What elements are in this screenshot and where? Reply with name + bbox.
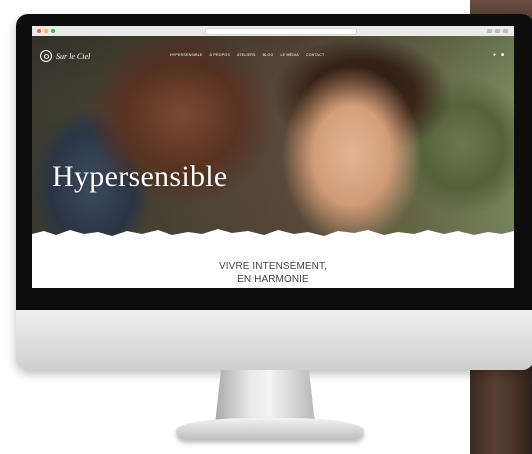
share-icon[interactable] <box>487 29 492 33</box>
tagline-line-1: VIVRE INTENSÉMENT, <box>219 261 327 272</box>
site-header: Sur le Ciel HYPERSENSIBLE À PROPOS ATELI… <box>32 50 514 64</box>
tagline-line-2: EN HARMONIE <box>237 274 309 285</box>
nav-item-le-media[interactable]: LE MÉDIA <box>280 53 298 57</box>
maximize-window-icon[interactable] <box>51 29 55 33</box>
nav-item-ateliers[interactable]: ATELIERS <box>237 53 256 57</box>
monitor-screen: Sur le Ciel HYPERSENSIBLE À PROPOS ATELI… <box>32 26 514 288</box>
tabs-icon[interactable] <box>495 29 500 33</box>
nav-item-contact[interactable]: CONTACT <box>306 53 325 57</box>
hero-title: Hypersensible <box>52 160 228 193</box>
window-controls[interactable] <box>37 29 55 33</box>
monitor-stand-neck <box>215 370 315 424</box>
monitor-stand-base <box>176 418 364 440</box>
nav-item-hypersensible[interactable]: HYPERSENSIBLE <box>170 53 203 57</box>
cart-icon[interactable]: ■ <box>501 52 504 58</box>
minimize-window-icon[interactable] <box>44 29 48 33</box>
nav-item-blog[interactable]: BLOG <box>263 53 274 57</box>
site-logo[interactable]: Sur le Ciel <box>40 50 90 62</box>
monitor-chin <box>16 310 532 370</box>
hero-image: Sur le Ciel HYPERSENSIBLE À PROPOS ATELI… <box>32 36 514 248</box>
main-navigation: HYPERSENSIBLE À PROPOS ATELIERS BLOG LE … <box>170 53 324 57</box>
browser-actions <box>487 29 508 33</box>
close-window-icon[interactable] <box>37 29 41 33</box>
new-tab-icon[interactable] <box>503 29 508 33</box>
logo-text: Sur le Ciel <box>56 51 91 61</box>
user-icon[interactable]: ● <box>493 52 496 58</box>
tagline: VIVRE INTENSÉMENT, EN HARMONIE <box>32 260 514 286</box>
address-bar[interactable] <box>205 27 357 35</box>
header-icons: ● ■ <box>493 52 504 58</box>
logo-spiral-icon <box>40 50 52 62</box>
hero-overlay <box>32 36 514 248</box>
nav-item-a-propos[interactable]: À PROPOS <box>210 53 230 57</box>
